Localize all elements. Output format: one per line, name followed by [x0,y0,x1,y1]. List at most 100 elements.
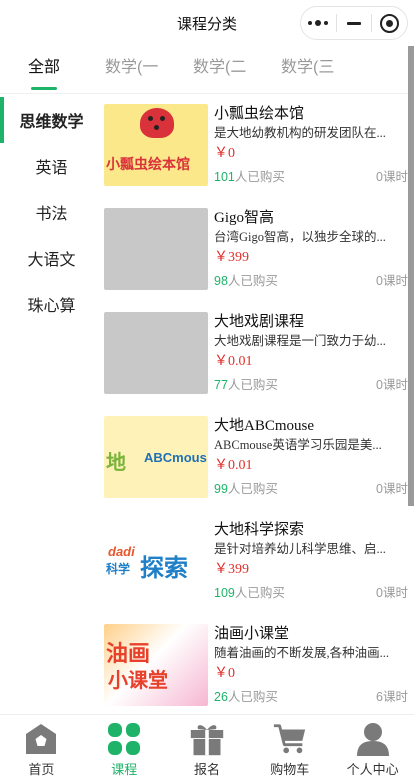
scrollbar[interactable] [408,46,414,506]
lesson-count: 0课时 [376,378,408,392]
sidebar-item-thinking-math[interactable]: 思维数学 [0,97,103,143]
course-description: 是大地幼教机构的研发团队在... [214,126,386,140]
tab-label: 数学(一 [105,59,159,76]
thumbnail-text: 地 [106,452,126,474]
tab-all[interactable]: 全部 [28,58,60,90]
course-info: 小瓢虫绘本馆 是大地幼教机构的研发团队在... ￥0 101人已购买 0课时 [214,104,408,186]
tab-label: 数学(二 [193,59,247,76]
purchase-count-suffix: 人已购买 [234,586,285,600]
user-icon [355,721,391,757]
tab-math-2[interactable]: 数学(二 [193,58,246,90]
course-price: ￥0.01 [214,458,253,473]
course-thumbnail: dadi 科学 探索 [104,520,208,602]
course-info: 大地戏剧课程 大地戏剧课程是一门致力于幼... ￥0.01 77人已购买 0课时 [214,312,408,394]
nav-label: 课程 [111,762,138,777]
nav-label: 个人中心 [346,762,399,777]
close-button[interactable] [372,7,407,39]
course-info: 大地科学探索 是针对培养幼儿科学思维、启... ￥399 109人已购买 0课时 [214,520,408,602]
course-info: 油画小课堂 随着油画的不断发展,各种油画... ￥0 26人已购买 6课时 [214,624,408,706]
sidebar-item-label: 英语 [35,160,68,177]
sidebar-item-english[interactable]: 英语 [0,143,103,189]
course-card[interactable]: 小瓢虫绘本馆 小瓢虫绘本馆 是大地幼教机构的研发团队在... ￥0 101人已购… [104,104,408,208]
course-info: 大地ABCmouse ABCmouse英语学习乐园是美... ￥0.01 99人… [214,416,408,498]
course-description: 台湾Gigo智高，以独步全球的... [214,230,386,244]
sidebar-item-label: 书法 [35,206,68,223]
close-circle-icon [380,13,400,33]
course-card[interactable]: 大地戏剧课程 大地戏剧课程是一门致力于幼... ￥0.01 77人已购买 0课时 [104,312,408,416]
sidebar-item-label: 大语文 [27,252,76,269]
course-price: ￥0 [214,666,235,681]
course-meta: 77人已购买 0课时 [214,376,408,394]
purchase-count: 109 [214,586,235,600]
course-name: 小瓢虫绘本馆 [214,106,305,122]
tab-math-3[interactable]: 数学(三 [281,58,334,90]
course-card[interactable]: Gigo智高 台湾Gigo智高，以独步全球的... ￥399 98人已购买 0课… [104,208,408,312]
title-bar: 课程分类 [0,0,414,46]
course-card[interactable]: dadi 科学 探索 大地科学探索 是针对培养幼儿科学思维、启... ￥399 … [104,520,408,624]
course-name: 大地戏剧课程 [214,314,305,330]
purchase-count: 99 [214,482,228,496]
course-name: 大地ABCmouse [214,418,315,434]
course-description: 是针对培养幼儿科学思维、启... [214,542,386,556]
course-thumbnail: 地 ABCmous [104,416,208,498]
cart-icon [272,721,308,757]
lesson-count: 0课时 [376,274,408,288]
thumbnail-text: dadi [108,544,135,559]
lesson-count: 6课时 [376,690,408,704]
course-description: ABCmouse英语学习乐园是美... [214,438,382,452]
lesson-count: 0课时 [376,170,408,184]
lesson-count: 0课时 [376,482,408,496]
course-thumbnail-placeholder [104,208,208,290]
gift-icon [189,721,225,757]
purchase-count-suffix: 人已购买 [234,170,285,184]
course-price: ￥0.01 [214,354,253,369]
course-info: Gigo智高 台湾Gigo智高，以独步全球的... ￥399 98人已购买 0课… [214,208,408,290]
nav-label: 购物车 [270,762,310,777]
tab-math-1[interactable]: 数学(一 [105,58,158,90]
nav-label: 报名 [193,762,220,777]
purchase-count: 101 [214,170,235,184]
course-list: 小瓢虫绘本馆 小瓢虫绘本馆 是大地幼教机构的研发团队在... ￥0 101人已购… [104,104,408,728]
sidebar-item-abacus[interactable]: 珠心算 [0,281,103,327]
purchase-count-suffix: 人已购买 [227,690,278,704]
grid-icon [106,721,142,757]
active-tab-indicator [31,87,57,90]
minimize-button[interactable] [337,7,372,39]
sidebar-item-calligraphy[interactable]: 书法 [0,189,103,235]
nav-signup[interactable]: 报名 [166,715,249,780]
bottom-nav: 首页 课程 报名 购物车 个人中心 [0,714,414,780]
course-meta: 101人已购买 0课时 [214,168,408,186]
ladybug-illustration [140,108,174,138]
nav-profile[interactable]: 个人中心 [331,715,414,780]
course-thumbnail-placeholder [104,312,208,394]
course-meta: 26人已购买 6课时 [214,688,408,706]
purchase-count-suffix: 人已购买 [227,274,278,288]
category-tabs: 全部 数学(一 数学(二 数学(三 [0,46,408,94]
nav-courses[interactable]: 课程 [83,715,166,780]
course-description: 大地戏剧课程是一门致力于幼... [214,334,386,348]
sidebar-item-label: 思维数学 [19,114,84,131]
course-meta: 99人已购买 0课时 [214,480,408,498]
purchase-count: 26 [214,690,228,704]
nav-home[interactable]: 首页 [0,715,83,780]
thumbnail-text: 科学 [106,562,131,576]
purchase-count: 98 [214,274,228,288]
purchase-count: 77 [214,378,228,392]
course-card[interactable]: 地 ABCmous 大地ABCmouse ABCmouse英语学习乐园是美...… [104,416,408,520]
more-button[interactable] [301,7,336,39]
sidebar-item-label: 珠心算 [27,298,76,315]
tab-label: 全部 [28,59,61,76]
course-description: 随着油画的不断发展,各种油画... [214,646,390,660]
sidebar-item-chinese[interactable]: 大语文 [0,235,103,281]
home-icon [23,721,59,757]
course-meta: 109人已购买 0课时 [214,584,408,602]
lesson-count: 0课时 [376,586,408,600]
course-thumbnail: 小瓢虫绘本馆 [104,104,208,186]
more-dots-icon [308,20,329,26]
thumbnail-text: 小瓢虫绘本馆 [106,156,190,172]
subject-sidebar: 思维数学 英语 书法 大语文 珠心算 [0,97,103,327]
nav-cart[interactable]: 购物车 [248,715,331,780]
purchase-count-suffix: 人已购买 [227,482,278,496]
course-thumbnail: 油画 小课堂 [104,624,208,706]
course-card[interactable]: 油画 小课堂 油画小课堂 随着油画的不断发展,各种油画... ￥0 26人已购买… [104,624,408,728]
